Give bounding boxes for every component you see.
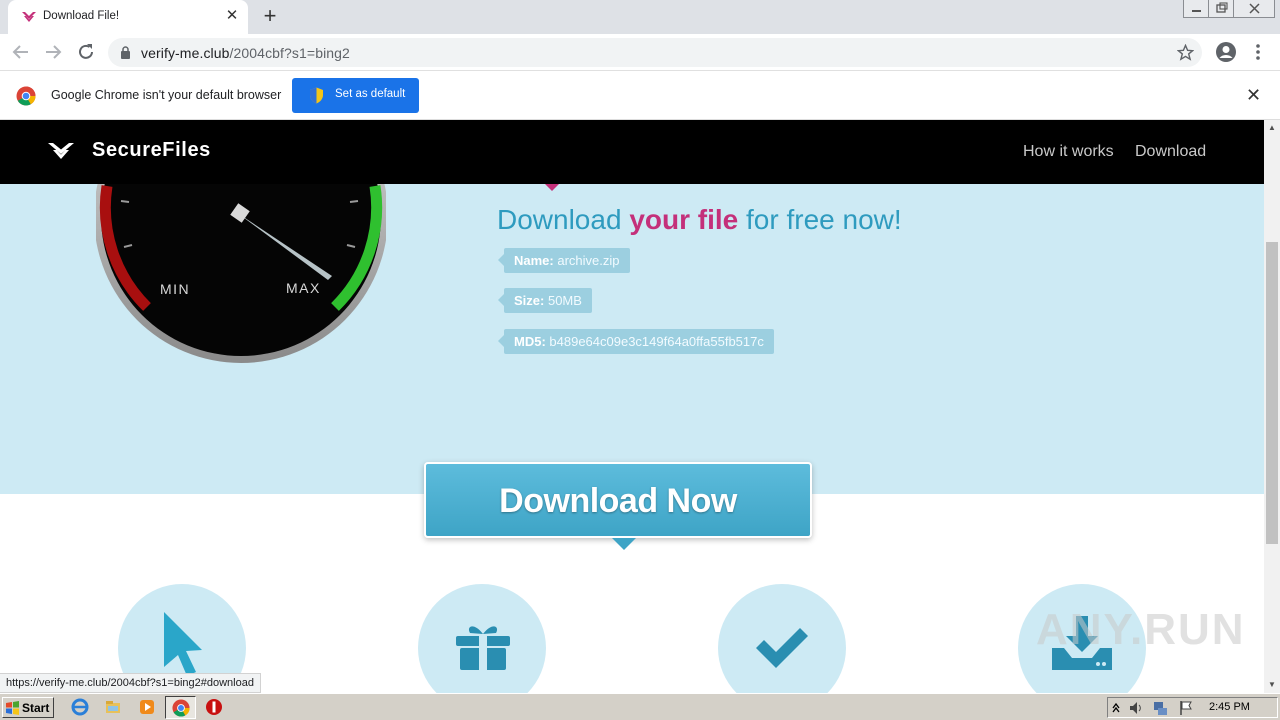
- tab-close-icon[interactable]: ✕: [224, 8, 240, 24]
- back-arrow-icon[interactable]: [9, 40, 33, 64]
- download-now-button[interactable]: Download Now: [424, 462, 812, 550]
- system-tray: 2:45 PM: [1107, 697, 1278, 718]
- profile-avatar-icon[interactable]: [1215, 41, 1237, 63]
- restore-icon: [1216, 2, 1228, 13]
- network-icon[interactable]: [1152, 700, 1168, 716]
- volume-icon[interactable]: [1128, 700, 1144, 716]
- reload-icon[interactable]: [74, 40, 98, 64]
- headline-part-1: Download: [497, 204, 630, 235]
- tab-title: Download File!: [43, 10, 120, 22]
- stop-sign-icon[interactable]: [205, 698, 223, 716]
- kebab-menu-icon[interactable]: [1250, 42, 1266, 62]
- chrome-taskbar-icon: [172, 699, 190, 717]
- anyrun-watermark: ANY.RUN: [1036, 605, 1246, 654]
- forward-arrow-icon[interactable]: [41, 40, 65, 64]
- address-bar[interactable]: verify-me.club/2004cbf?s1=bing2: [108, 38, 1202, 67]
- url-host: verify-me.club: [141, 45, 230, 61]
- securefiles-favicon-icon: [22, 12, 36, 22]
- windows-logo-icon: [6, 701, 19, 715]
- file-name-label: Name:: [514, 253, 554, 268]
- tab-download-file[interactable]: Download File! ✕: [8, 0, 248, 34]
- restore-button[interactable]: [1208, 0, 1234, 18]
- download-now-label: Download Now: [499, 482, 737, 520]
- file-size-label: Size:: [514, 293, 545, 308]
- gauge-max-label: MAX: [286, 280, 321, 296]
- uac-shield-icon: [310, 87, 323, 104]
- taskbar-clock[interactable]: 2:45 PM: [1209, 701, 1250, 713]
- link-status-bubble: https://verify-me.club/2004cbf?s1=bing2#…: [0, 673, 261, 693]
- windows-taskbar: Start 2:45 PM: [0, 693, 1280, 720]
- close-window-button[interactable]: [1233, 0, 1275, 18]
- feature-free: [418, 584, 546, 693]
- feature-verified: [718, 584, 846, 693]
- chrome-logo-icon: [16, 86, 36, 106]
- page-scrollbar[interactable]: ▲ ▼: [1264, 120, 1280, 693]
- file-name-value: archive.zip: [557, 253, 620, 268]
- nav-download[interactable]: Download: [1135, 143, 1206, 161]
- file-md5-value: b489e64c09e3c149f64a0ffa55fb517c: [549, 334, 764, 349]
- file-name-chip: Name: archive.zip: [498, 248, 630, 273]
- url-path: /2004cbf?s1=bing2: [229, 45, 350, 61]
- infobar-message: Google Chrome isn't your default browser: [51, 88, 282, 102]
- start-button[interactable]: Start: [2, 697, 54, 718]
- new-tab-button[interactable]: +: [259, 5, 281, 27]
- browser-toolbar: verify-me.club/2004cbf?s1=bing2: [0, 34, 1280, 71]
- media-player-icon[interactable]: [138, 698, 156, 716]
- start-label: Start: [22, 701, 50, 715]
- set-as-default-button[interactable]: Set as default: [292, 78, 419, 113]
- scroll-down-arrow-icon[interactable]: ▼: [1264, 677, 1280, 693]
- checkmark-icon: [756, 628, 808, 668]
- headline: Download your file for free now!: [497, 204, 902, 236]
- gauge-face: [101, 176, 381, 356]
- headline-part-2: your file: [629, 204, 739, 235]
- infobar-close-icon[interactable]: ✕: [1246, 86, 1261, 104]
- site-navbar: SecureFiles How it works Download: [0, 120, 1264, 184]
- default-browser-infobar: Google Chrome isn't your default browser…: [0, 71, 1280, 120]
- set-as-default-label: Set as default: [335, 88, 406, 100]
- cursor-icon: [164, 612, 202, 676]
- lock-icon[interactable]: [120, 46, 131, 59]
- file-md5-chip: MD5: b489e64c09e3c149f64a0ffa55fb517c: [498, 329, 774, 354]
- file-size-value: 50MB: [547, 293, 582, 308]
- minimize-icon: [1192, 10, 1201, 12]
- file-md5-label: MD5:: [514, 334, 546, 349]
- speed-gauge: MIN MAX: [96, 176, 386, 363]
- tab-strip: Download File! ✕ +: [0, 0, 1280, 34]
- action-center-flag-icon[interactable]: [1178, 700, 1194, 716]
- scroll-thumb[interactable]: [1266, 242, 1278, 544]
- bookmark-star-icon[interactable]: [1177, 44, 1194, 61]
- site-brand[interactable]: SecureFiles: [92, 139, 211, 162]
- download-button-pointer: [612, 538, 636, 550]
- taskbar-chrome-button[interactable]: [165, 696, 196, 719]
- file-explorer-icon[interactable]: [104, 698, 122, 716]
- gift-icon: [456, 626, 510, 670]
- gauge-min-label: MIN: [160, 281, 190, 297]
- tray-expand-icon[interactable]: [1111, 701, 1121, 715]
- headline-part-3: for free now!: [738, 204, 902, 235]
- internet-explorer-icon[interactable]: [71, 698, 89, 716]
- securefiles-logo-icon[interactable]: [47, 141, 75, 161]
- url-text[interactable]: verify-me.club/2004cbf?s1=bing2: [141, 45, 350, 61]
- minimize-button[interactable]: [1183, 0, 1209, 18]
- scroll-up-arrow-icon[interactable]: ▲: [1264, 120, 1280, 136]
- close-window-icon: [1249, 3, 1260, 14]
- nav-how-it-works[interactable]: How it works: [1023, 143, 1114, 161]
- screen: Download File! ✕ + verify-me.club/2004cb…: [0, 0, 1280, 720]
- file-size-chip: Size: 50MB: [498, 288, 592, 313]
- headline-marker-icon: [545, 184, 559, 191]
